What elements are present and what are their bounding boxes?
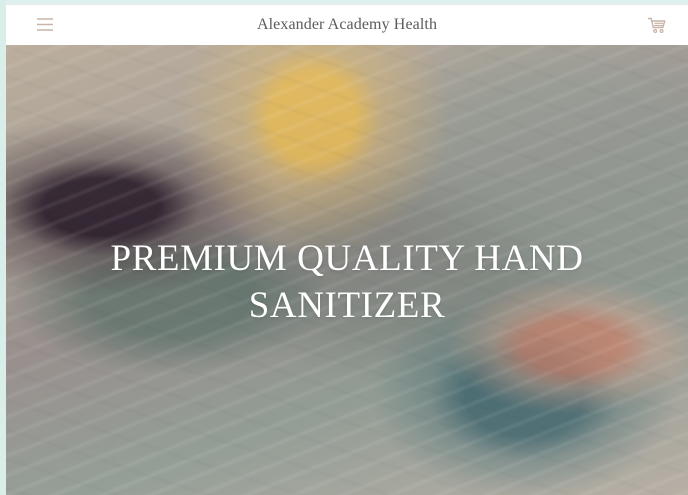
cart-button[interactable] [647,15,667,35]
hamburger-menu-icon [36,17,54,32]
page: Alexander Academy Health PREMIUM QUALITY… [0,0,688,495]
hero-headline-line-2: SANITIZER [248,285,446,326]
site-header: Alexander Academy Health [6,4,688,45]
hero-headline: PREMIUM QUALITY HAND SANITIZER [6,235,688,329]
menu-button[interactable] [36,17,54,32]
hero-banner: PREMIUM QUALITY HAND SANITIZER [6,45,688,495]
site-title[interactable]: Alexander Academy Health [257,16,437,34]
shopping-cart-icon [647,17,667,39]
hero-headline-line-1: PREMIUM QUALITY HAND [110,238,584,279]
